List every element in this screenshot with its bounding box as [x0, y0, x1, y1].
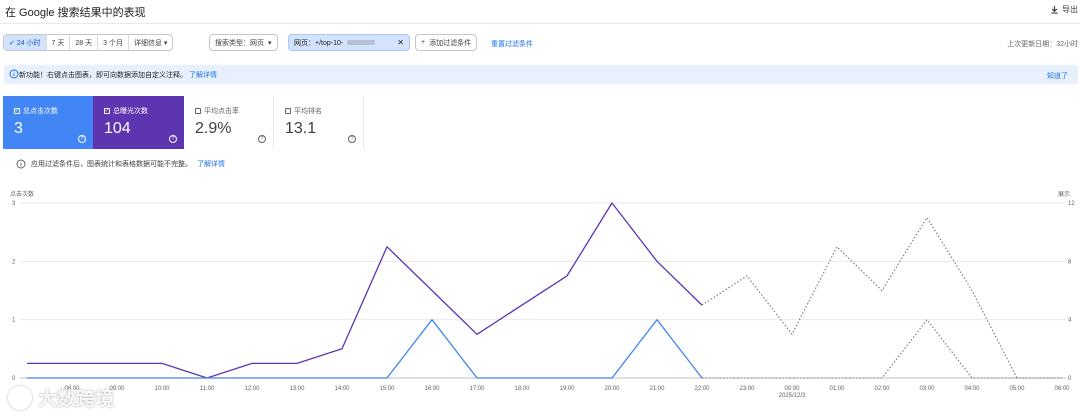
banner-learn-more-link[interactable]: 了解详情 — [189, 70, 217, 80]
x-tick-label: 12:00 — [244, 386, 260, 392]
export-label: 导出 — [1062, 5, 1078, 14]
metric-label: 总曝光次数 — [113, 108, 148, 115]
right-tick-label: 0 — [1068, 376, 1072, 382]
metric-card-position[interactable]: 平均排名 13.1 ? — [274, 96, 364, 149]
left-tick-label: 0 — [12, 376, 16, 382]
metric-card-ctr[interactable]: 平均点击率 2.9% ? — [184, 96, 274, 149]
checkbox-checked-icon[interactable]: ✓ — [14, 108, 20, 114]
left-tick-label: 3 — [12, 201, 16, 207]
caret-down-icon: ▾ — [163, 39, 168, 47]
last-updated: 上次更新日期：32小时 — [1007, 41, 1078, 48]
x-tick-label: 05:00 — [1009, 386, 1025, 392]
x-tick-label: 11:00 — [200, 386, 215, 392]
search-type-filter[interactable]: 搜索类型：网页 ▾ — [209, 34, 278, 51]
page-filter-chip[interactable]: 网页：+/top-10- ✕ — [288, 34, 410, 51]
x-tick-label: 03:00 — [919, 386, 935, 392]
metric-label: 总点击次数 — [23, 108, 58, 115]
x-tick-label: 23:00 — [739, 386, 755, 392]
filter-bar: ✓ 24 小时 7 天 28 天 3 个月 详细信息 ▾ 搜索类型：网页 ▾ 网… — [0, 30, 1080, 54]
x-tick-label: 13:00 — [289, 386, 305, 392]
x-tick-label: 22:00 — [694, 386, 710, 392]
reset-filters-link[interactable]: 重置过滤条件 — [491, 39, 533, 49]
metric-card-clicks[interactable]: ✓ 总点击次数 3 ? — [3, 96, 93, 149]
left-tick-label: 1 — [12, 318, 16, 324]
x-tick-label: 17:00 — [469, 386, 485, 392]
filter-note: 应用过滤条件后，图表统计和表格数据可能不完整。 了解详情 — [16, 159, 225, 169]
watermark-text: 大数跨境 — [38, 389, 115, 410]
page-filter-label: 网页：+/top-10- — [294, 39, 344, 47]
left-axis-label: 点击次数 — [10, 190, 34, 198]
metric-label: 平均点击率 — [204, 108, 239, 115]
x-tick-label: 20:00 — [604, 386, 620, 392]
add-filter-button[interactable]: + 添加过滤条件 — [415, 34, 478, 51]
x-tick-label: 10:00 — [154, 386, 170, 392]
redacted-text — [347, 40, 376, 45]
date-range-selector: ✓ 24 小时 7 天 28 天 3 个月 详细信息 ▾ — [3, 34, 174, 51]
metric-cards: ✓ 总点击次数 3 ? ✓ 总曝光次数 104 ? 平均点击率 2.9% ? 平均排… — [3, 96, 364, 149]
right-tick-label: 8 — [1068, 259, 1072, 265]
watermark-logo-icon — [8, 385, 32, 410]
close-icon[interactable]: ✕ — [397, 38, 404, 47]
chart-svg[interactable]: 012304812点击次数 展示08:00 09:00 10:00 11:00 12:00… — [0, 188, 1080, 403]
note-text: 应用过滤条件后，图表统计和表格数据可能不完整。 — [31, 161, 192, 168]
range-28d[interactable]: 28 天 — [70, 35, 99, 50]
watermark-glyph — [14, 392, 26, 404]
page-title: 在 Google 搜索结果中的表现 — [5, 6, 146, 19]
help-icon[interactable]: ? — [169, 135, 177, 143]
info-banner: 新功能！右键点击图表，即可向数据添加自定义注释。 了解详情 知道了 — [4, 65, 1078, 84]
range-3m[interactable]: 3 个月 — [98, 35, 129, 50]
metric-card-impressions[interactable]: ✓ 总曝光次数 104 ? — [93, 96, 184, 149]
detail-label: 详细信息 — [133, 39, 162, 47]
series-line-impressions-incomplete — [701, 217, 1062, 379]
help-icon[interactable]: ? — [78, 135, 86, 143]
x-tick-label: 06:00 — [1054, 386, 1070, 392]
search-performance-page: 在 Google 搜索结果中的表现 导出 ✓ 24 小时 7 天 28 天 3 … — [0, 0, 1080, 417]
right-tick-label: 4 — [1068, 318, 1072, 324]
help-icon[interactable]: ? — [258, 135, 266, 143]
series-line-clicks-incomplete — [702, 319, 1062, 379]
export-button[interactable]: 导出 — [1050, 4, 1078, 15]
series-line-impressions — [27, 202, 703, 379]
watermark: 大数跨境 — [8, 384, 114, 411]
banner-dismiss-button[interactable]: 知道了 — [1047, 71, 1068, 81]
x-tick-label: 15:00 — [379, 386, 395, 392]
plus-icon: + — [421, 39, 426, 46]
x-tick-label: 18:00 — [514, 386, 530, 392]
x-tick-label: 14:00 — [334, 386, 350, 392]
search-type-label: 搜索类型：网页 — [215, 39, 264, 47]
checkbox-unchecked-icon[interactable] — [285, 108, 291, 114]
x-tick-label: 00:00 — [784, 386, 800, 392]
info-icon — [16, 159, 26, 169]
checkbox-checked-icon[interactable]: ✓ — [104, 108, 110, 114]
checkbox-unchecked-icon[interactable] — [195, 108, 201, 114]
range-24h-label: 24 小时 — [16, 39, 41, 47]
right-tick-label: 12 — [1068, 201, 1075, 207]
detail-dropdown[interactable]: 详细信息 ▾ — [129, 35, 172, 50]
help-icon[interactable]: ? — [348, 135, 356, 143]
right-axis-label: 展示 — [1058, 191, 1070, 198]
range-24h[interactable]: ✓ 24 小时 — [4, 35, 47, 50]
x-tick-label: 01:00 — [829, 386, 845, 392]
banner-text: 新功能！右键点击图表，即可向数据添加自定义注释。 — [19, 71, 187, 79]
left-tick-label: 2 — [12, 259, 16, 265]
x-tick-label: 04:00 — [964, 386, 980, 392]
add-filter-label: 添加过滤条件 — [429, 39, 472, 47]
caret-down-icon: ▾ — [268, 39, 272, 47]
performance-chart[interactable]: 0 1 2 3 0 4 8 12 点击次数 展示 08:00 09:00 10:00 11:00 12:00… — [0, 188, 1080, 403]
x-date-label: 2025/12/3 — [779, 393, 806, 399]
x-tick-label: 02:00 — [874, 386, 890, 392]
x-tick-label: 16:00 — [424, 386, 440, 392]
info-icon — [9, 69, 19, 79]
x-tick-label: 21:00 — [649, 386, 665, 392]
note-learn-more-link[interactable]: 了解详情 — [197, 159, 225, 169]
metric-label: 平均排名 — [294, 108, 322, 115]
series-line-clicks — [27, 319, 703, 379]
range-7d[interactable]: 7 天 — [47, 35, 71, 50]
x-tick-label: 19:00 — [559, 386, 575, 392]
page-header: 在 Google 搜索结果中的表现 导出 — [0, 0, 1080, 24]
download-icon — [1051, 5, 1058, 14]
